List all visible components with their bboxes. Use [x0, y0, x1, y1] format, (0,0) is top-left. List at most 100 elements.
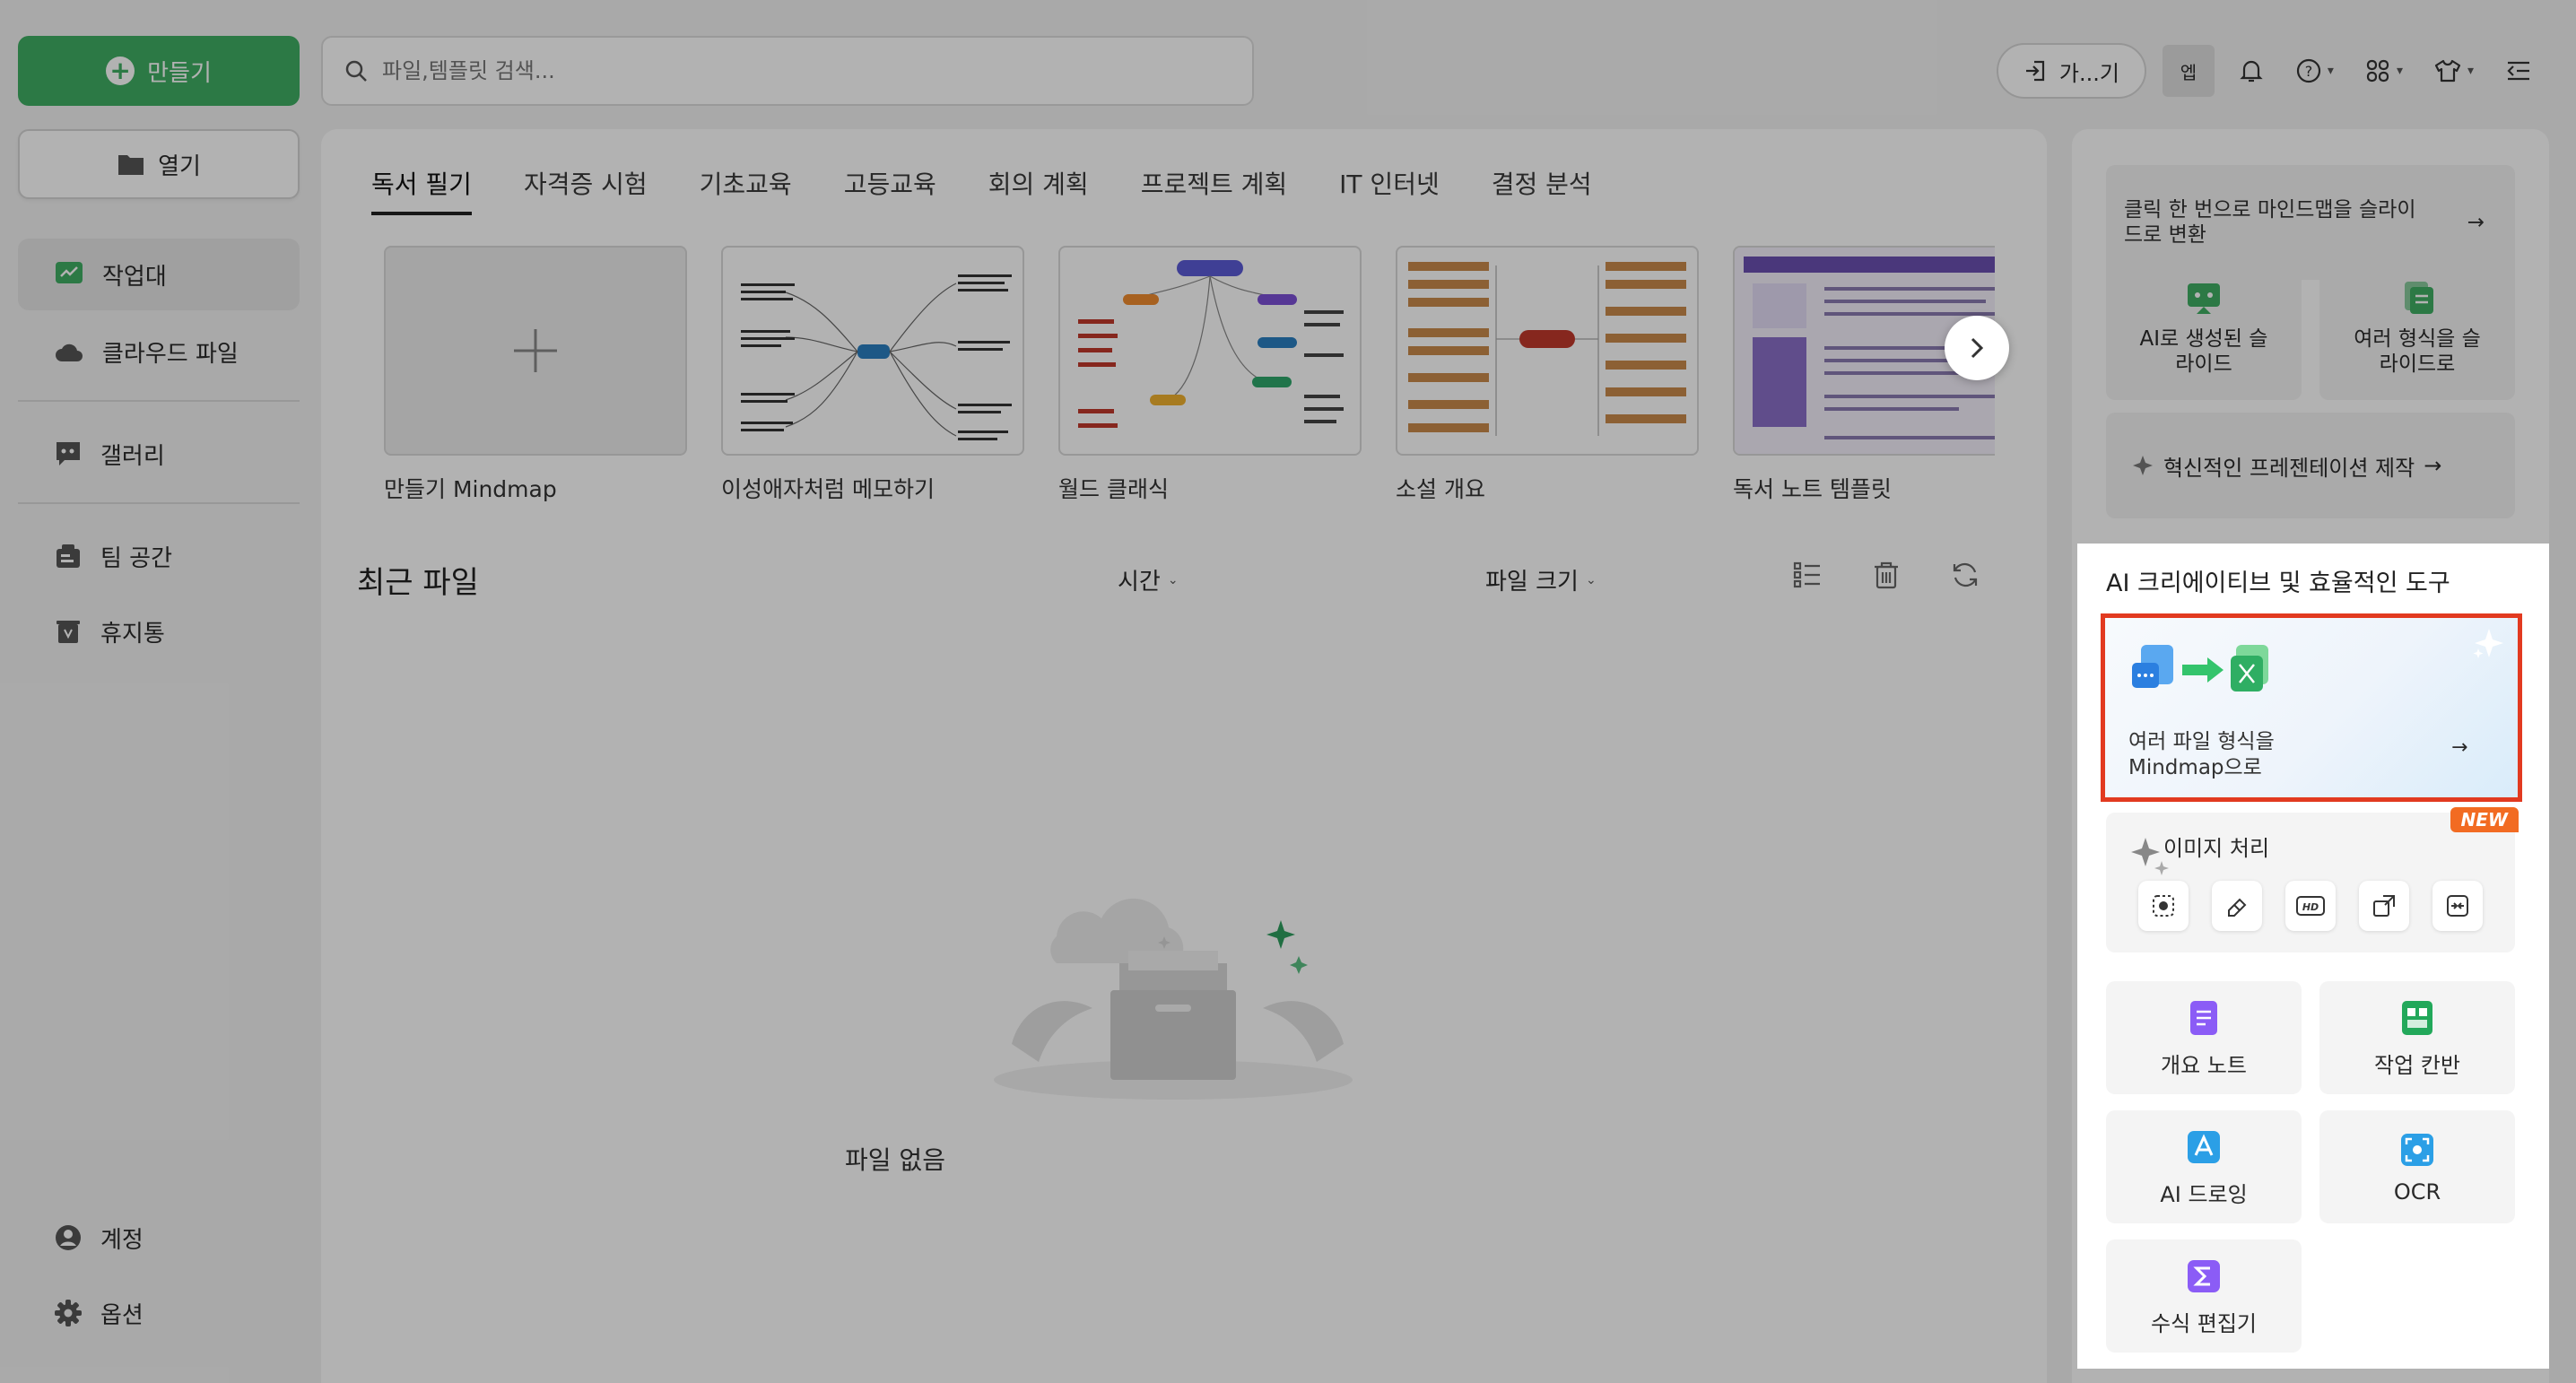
- formula-editor-tool[interactable]: 수식 편집기: [2106, 1239, 2302, 1353]
- sidebar-item-label: 클라우드 파일: [102, 340, 239, 368]
- avatar-text: 엡: [2180, 61, 2197, 83]
- cutout-icon: [2153, 895, 2174, 917]
- notification-button[interactable]: [2231, 45, 2272, 97]
- avatar[interactable]: 엡: [2162, 45, 2215, 97]
- collapse-panel-button[interactable]: [2497, 45, 2540, 97]
- card-label: 여러 파일 형식을 Mindmap으로: [2128, 730, 2275, 779]
- arrow-right-icon: →: [2424, 453, 2442, 478]
- apps-button[interactable]: ▾: [2357, 45, 2410, 97]
- plus-icon: +: [106, 57, 135, 85]
- collapse-panel-icon: [2507, 61, 2529, 81]
- ai-drawing-icon: [2188, 1130, 2220, 1163]
- tab-meeting-plan[interactable]: 회의 계획: [988, 165, 1089, 215]
- image-processing-title: 이미지 처리: [2163, 836, 2270, 861]
- help-button[interactable]: ? ▾: [2288, 45, 2341, 97]
- tool-label: 개요 노트: [2161, 1052, 2247, 1078]
- chevron-down-icon: ▾: [2467, 64, 2474, 78]
- template-card-new-mindmap[interactable]: 만들기 Mindmap: [384, 246, 687, 504]
- toolbar-right: 가...기 엡 ? ▾ ▾ ▾: [1996, 43, 2540, 99]
- sidebar-item-workbench[interactable]: 작업대: [18, 239, 300, 310]
- sidebar-item-options[interactable]: 옵션: [18, 1277, 300, 1349]
- ai-drawing-tool[interactable]: AI 드로잉: [2106, 1110, 2302, 1223]
- template-card[interactable]: 월드 클래식: [1058, 246, 1362, 504]
- tool-label: AI 드로잉: [2160, 1181, 2248, 1207]
- outline-note-icon: [2190, 1000, 2217, 1035]
- hd-icon: HD: [2296, 896, 2325, 916]
- tab-basic-education[interactable]: 기초교육: [700, 165, 792, 215]
- list-view-icon[interactable]: [1792, 560, 1823, 590]
- apps-grid-icon: [2366, 59, 2389, 83]
- sidebar-divider: [18, 502, 300, 504]
- sidebar-item-gallery[interactable]: 갤러리: [18, 418, 300, 490]
- arrow-right-icon: →: [2451, 736, 2468, 759]
- template-card[interactable]: 소설 개요: [1396, 246, 1699, 504]
- template-thumbnail: [1396, 246, 1699, 456]
- files-to-mindmap-card[interactable]: 여러 파일 형식을 Mindmap으로 →: [2101, 613, 2522, 802]
- sidebar-item-cloud-files[interactable]: 클라우드 파일: [18, 316, 300, 387]
- template-card[interactable]: 독서 노트 템플릿: [1733, 246, 1995, 504]
- template-thumbnail: [1058, 246, 1362, 456]
- new-badge: NEW: [2450, 807, 2519, 832]
- image-eraser-tool[interactable]: [2212, 881, 2262, 931]
- create-button[interactable]: + 만들기: [18, 36, 300, 106]
- theme-button[interactable]: ▾: [2426, 45, 2481, 97]
- mindmap-preview-image: [1078, 260, 1344, 428]
- mindmap-preview-image: [741, 274, 1012, 440]
- carousel-next-button[interactable]: [1945, 316, 2009, 380]
- join-label: 가...기: [2058, 60, 2119, 86]
- card-label: 혁신적인 프레젠테이션 제작: [2163, 455, 2415, 481]
- sidebar-item-trash[interactable]: 휴지통: [18, 596, 300, 667]
- open-button[interactable]: 열기: [18, 129, 300, 199]
- ai-tools-section: AI 크리에이티브 및 효율적인 도구 여러 파일 형식을 Mindmap으로 …: [2077, 544, 2549, 1369]
- tab-higher-education[interactable]: 고등교육: [844, 165, 936, 215]
- delete-icon[interactable]: [1871, 560, 1902, 590]
- tool-label: 작업 칸반: [2374, 1052, 2460, 1078]
- card-label: 클릭 한 번으로 마인드맵을 슬라이드로 변환: [2124, 198, 2416, 247]
- ai-slides-card[interactable]: AI로 생성된 슬라이드: [2106, 255, 2302, 400]
- template-name: 소설 개요: [1396, 476, 1485, 502]
- plus-icon: [514, 329, 557, 372]
- image-tools: HD: [2138, 881, 2483, 931]
- tab-reading-notes[interactable]: 독서 필기: [371, 165, 472, 215]
- sidebar-divider: [18, 400, 300, 402]
- template-card[interactable]: 이성애자처럼 메모하기: [721, 246, 1024, 504]
- expand-image-icon: [2373, 895, 2395, 917]
- sidebar-item-team-space[interactable]: 팀 공간: [18, 520, 300, 592]
- search-box[interactable]: [321, 36, 1254, 106]
- sidebar-item-label: 계정: [100, 1226, 144, 1254]
- sidebar-item-label: 갤러리: [100, 442, 165, 470]
- refresh-icon[interactable]: [1950, 560, 1980, 590]
- chevron-down-icon: ⌄: [1167, 572, 1179, 587]
- tool-label: 수식 편집기: [2150, 1310, 2258, 1336]
- sidebar-item-account[interactable]: 계정: [18, 1202, 300, 1274]
- kanban-icon: [2402, 1000, 2432, 1035]
- image-cutout-tool[interactable]: [2138, 881, 2189, 931]
- search-input[interactable]: [382, 58, 1189, 83]
- template-tabs: 독서 필기 자격증 시험 기초교육 고등교육 회의 계획 프로젝트 계획 IT …: [371, 165, 1592, 215]
- eraser-icon: [2228, 898, 2247, 917]
- help-icon: ?: [2296, 58, 2321, 83]
- join-button[interactable]: 가...기: [1996, 43, 2146, 99]
- image-processing-card[interactable]: NEW 이미지 처리 HD: [2106, 807, 2519, 952]
- tab-it-internet[interactable]: IT 인터넷: [1339, 165, 1440, 215]
- tab-decision-analysis[interactable]: 결정 분석: [1492, 165, 1592, 215]
- bell-icon: [2240, 60, 2263, 83]
- folder-icon: [118, 155, 144, 175]
- ocr-tool[interactable]: OCR: [2319, 1110, 2515, 1223]
- tab-certification[interactable]: 자격증 시험: [524, 165, 648, 215]
- gallery-icon: [57, 442, 80, 465]
- tab-project-plan[interactable]: 프로젝트 계획: [1141, 165, 1287, 215]
- arrow-right-icon: →: [2467, 211, 2485, 234]
- sidebar-item-label: 휴지통: [100, 620, 165, 648]
- outline-note-tool[interactable]: 개요 노트: [2106, 981, 2302, 1094]
- image-hd-tool[interactable]: HD: [2285, 881, 2336, 931]
- sort-size-label: 파일 크기: [1485, 569, 1579, 596]
- sort-by-size[interactable]: 파일 크기 ⌄: [1485, 563, 1597, 596]
- sort-time-label: 시간: [1118, 569, 1161, 596]
- image-compress-tool[interactable]: [2432, 881, 2483, 931]
- presentation-card[interactable]: 혁신적인 프레젠테이션 제작 →: [2106, 413, 2515, 518]
- task-kanban-tool[interactable]: 작업 칸반: [2319, 981, 2515, 1094]
- sort-by-time[interactable]: 시간 ⌄: [1118, 563, 1179, 596]
- image-expand-tool[interactable]: [2359, 881, 2409, 931]
- multi-format-slides-card[interactable]: 여러 형식을 슬라이드로: [2319, 255, 2515, 400]
